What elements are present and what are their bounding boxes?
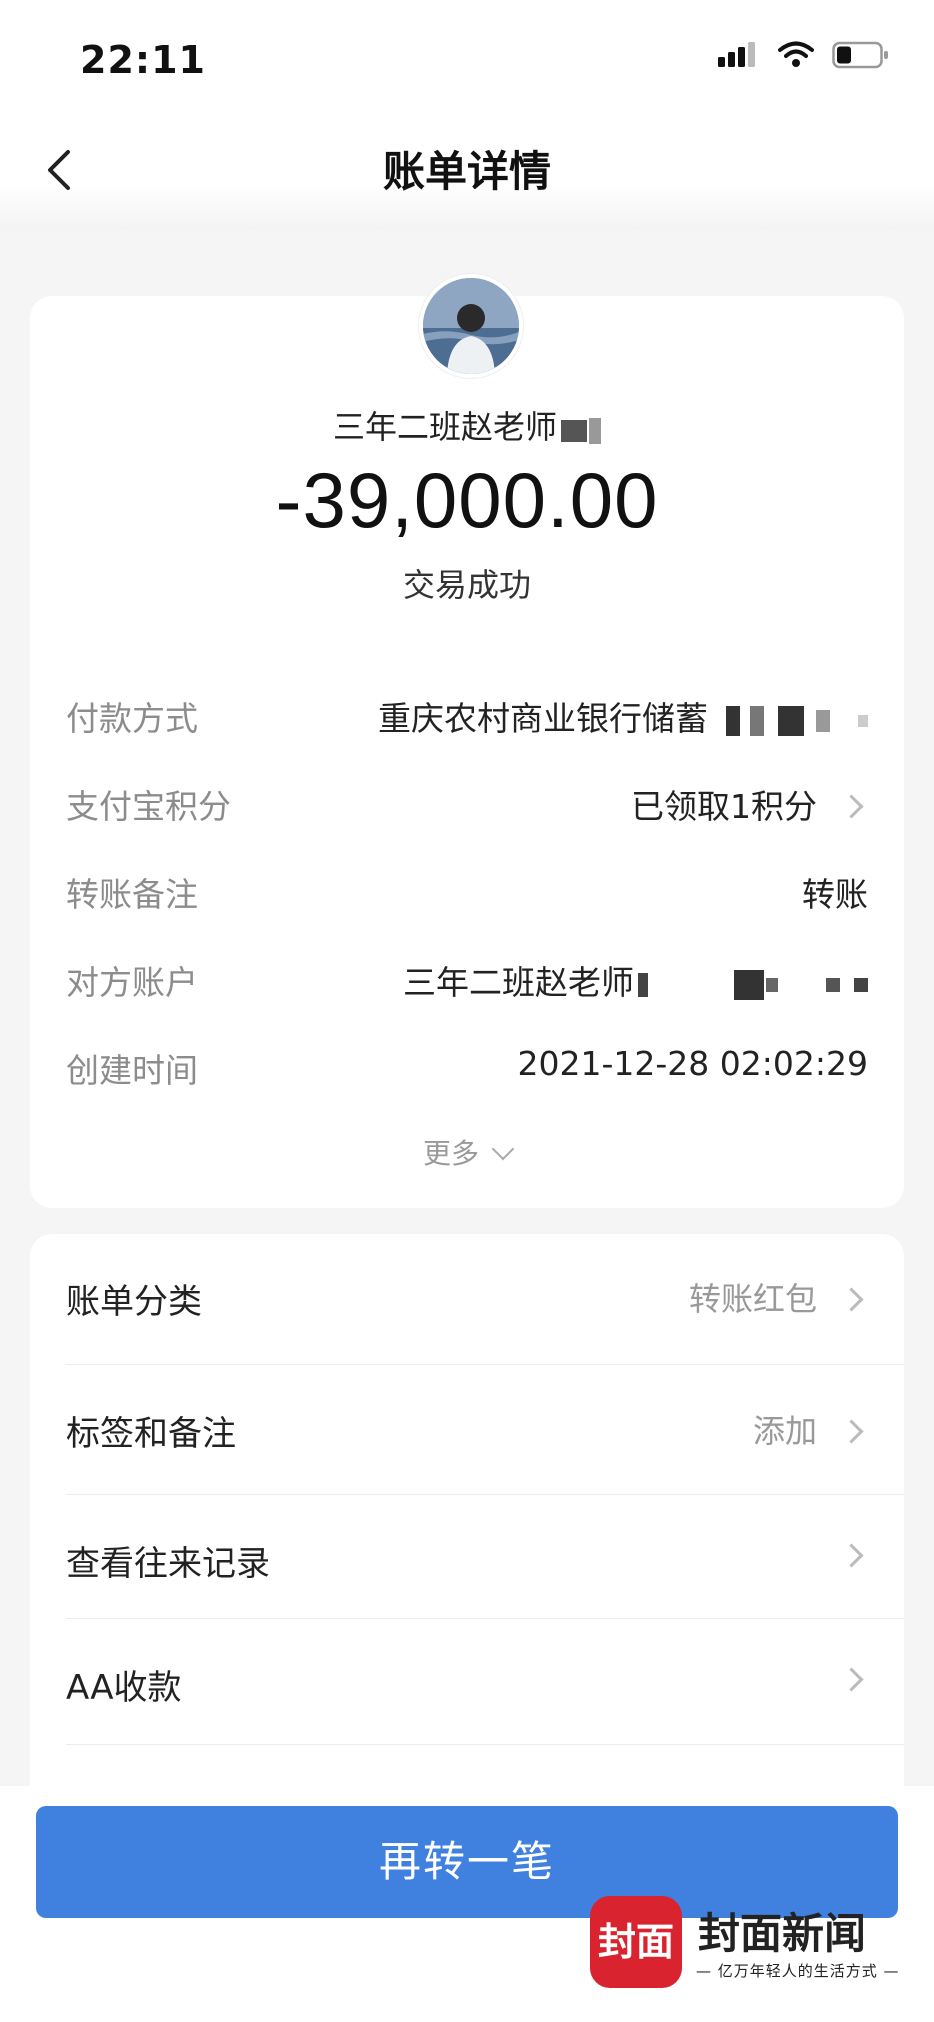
wifi-icon — [778, 41, 814, 67]
menu-item-label: 账单分类 — [66, 1282, 202, 1322]
tags-notes-value: 添加 — [752, 1412, 817, 1450]
payment-method-value: 重庆农村商业银行储蓄 — [378, 699, 708, 738]
chevron-right-icon — [839, 1286, 864, 1312]
status-bar: 22:11 — [0, 0, 934, 110]
menu-item-value: 转账红包 — [689, 1274, 868, 1320]
points-value: 已领取1积分 — [631, 787, 817, 826]
masked-card-number — [708, 699, 868, 738]
detail-value: 重庆农村商业银行储蓄 — [378, 692, 868, 740]
chevron-right-icon — [839, 1542, 864, 1568]
detail-row-created-time: 创建时间 2021-12-28 02:02:29 — [66, 1038, 868, 1098]
detail-label: 付款方式 — [66, 699, 198, 738]
detail-row-counterparty-account: 对方账户 三年二班赵老师 — [66, 950, 868, 1010]
detail-value: 已领取1积分 — [631, 780, 868, 828]
menu-item-bill-category[interactable]: 账单分类 转账红包 — [66, 1234, 904, 1358]
transaction-status: 交易成功 — [402, 566, 531, 604]
detail-label: 转账备注 — [66, 875, 198, 914]
menu-item-aa-collect[interactable]: AA收款 — [66, 1620, 904, 1744]
watermark-logo: 封面 — [590, 1896, 682, 1988]
detail-label: 支付宝积分 — [66, 787, 231, 826]
menu-item-tags-notes[interactable]: 标签和备注 添加 — [66, 1366, 904, 1490]
detail-value: 转账 — [802, 875, 868, 914]
divider — [66, 1618, 904, 1619]
detail-value: 三年二班赵老师 — [403, 956, 868, 1004]
payee-name-line: 三年二班赵老师 — [0, 402, 934, 448]
avatar-image — [423, 278, 519, 374]
status-icons — [718, 40, 890, 70]
payee-avatar — [419, 274, 523, 378]
masked-account — [634, 963, 868, 1002]
battery-icon — [832, 41, 888, 69]
menu-item-value — [817, 1660, 868, 1698]
chevron-right-icon — [839, 1666, 864, 1692]
masked-name-suffix — [557, 410, 601, 448]
menu-item-value — [817, 1536, 868, 1574]
transaction-amount: -39,000.00 — [275, 456, 659, 544]
menu-item-label: 标签和备注 — [66, 1414, 236, 1454]
chevron-right-icon — [839, 794, 864, 819]
detail-label: 对方账户 — [66, 963, 198, 1002]
cellular-signal-icon — [718, 42, 755, 67]
news-watermark: 封面 封面新闻 — 亿万年轻人的生活方式 — — [590, 1896, 899, 1996]
chevron-down-icon — [491, 1137, 515, 1161]
nav-bar: 账单详情 — [0, 110, 934, 230]
detail-row-payment-method: 付款方式 重庆农村商业银行储蓄 — [66, 686, 868, 746]
detail-value: 2021-12-28 02:02:29 — [517, 1044, 868, 1083]
menu-item-value: 添加 — [753, 1406, 868, 1452]
divider — [66, 1494, 904, 1495]
bill-category-value: 转账红包 — [688, 1280, 817, 1318]
menu-item-label: 查看往来记录 — [66, 1544, 270, 1584]
menu-item-view-history[interactable]: 查看往来记录 — [66, 1496, 904, 1620]
divider — [66, 1744, 904, 1745]
menu-item-label: AA收款 — [66, 1668, 182, 1708]
detail-row-transfer-note: 转账备注 转账 — [66, 862, 868, 922]
divider — [66, 1364, 904, 1365]
status-time: 22:11 — [80, 38, 206, 82]
page-title: 账单详情 — [382, 147, 551, 196]
more-label: 更多 — [422, 1137, 479, 1170]
detail-row-alipay-points[interactable]: 支付宝积分 已领取1积分 — [66, 774, 868, 834]
chevron-right-icon — [839, 1418, 864, 1444]
payee-name: 三年二班赵老师 — [332, 408, 557, 446]
more-toggle[interactable]: 更多 — [0, 1132, 934, 1172]
watermark-slogan: — 亿万年轻人的生活方式 — — [696, 1962, 900, 1980]
counterparty-value: 三年二班赵老师 — [403, 963, 634, 1002]
watermark-name: 封面新闻 — [698, 1909, 867, 1958]
detail-label: 创建时间 — [66, 1051, 198, 1090]
